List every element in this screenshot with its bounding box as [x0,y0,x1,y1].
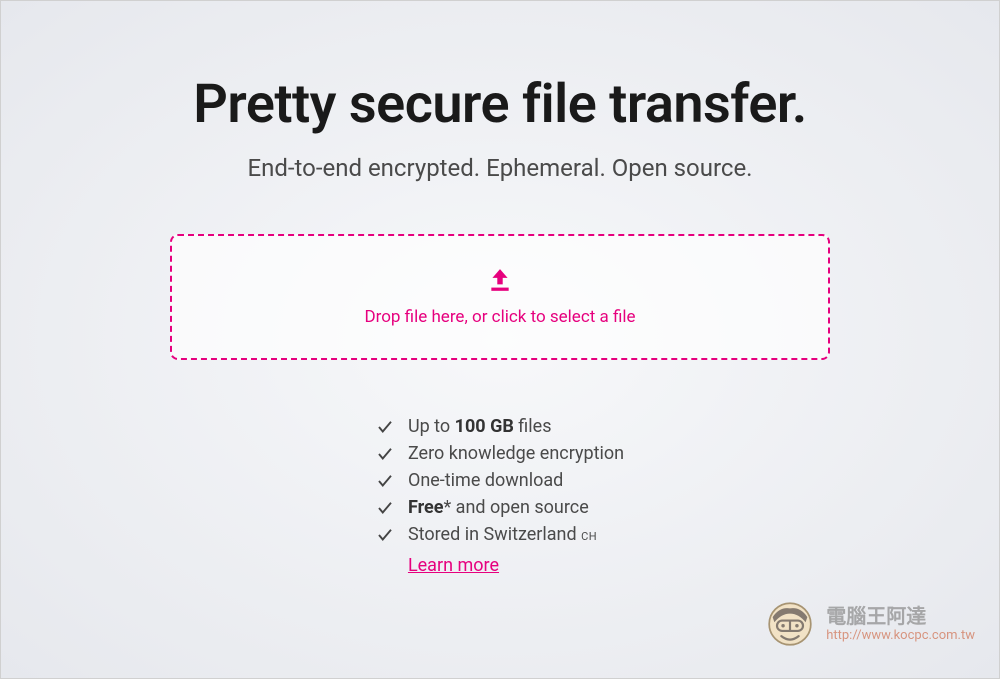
list-item: Zero knowledge encryption [376,443,624,464]
learn-more-link[interactable]: Learn more [408,555,499,576]
feature-text: Stored in Switzerland CH [408,524,597,545]
features-list: Up to 100 GB files Zero knowledge encryp… [376,416,624,576]
watermark-title: 電腦王阿達 [826,604,975,628]
upload-icon [487,267,513,293]
check-icon [376,418,394,436]
check-icon [376,499,394,517]
page-title: Pretty secure file transfer. [193,73,806,136]
feature-text: Zero knowledge encryption [408,443,624,464]
check-icon [376,526,394,544]
feature-text: One-time download [408,470,563,491]
page-subtitle: End-to-end encrypted. Ephemeral. Open so… [247,154,752,182]
page-container: Pretty secure file transfer. End-to-end … [0,0,1000,679]
file-dropzone[interactable]: Drop file here, or click to select a fil… [170,234,830,360]
check-icon [376,445,394,463]
list-item: Free* and open source [376,497,589,518]
list-item: One-time download [376,470,563,491]
check-icon [376,472,394,490]
feature-text: Up to 100 GB files [408,416,552,437]
watermark-url: http://www.kocpc.com.tw [826,628,975,644]
mascot-icon [764,598,816,650]
watermark: 電腦王阿達 http://www.kocpc.com.tw [764,598,975,650]
list-item: Up to 100 GB files [376,416,552,437]
watermark-text: 電腦王阿達 http://www.kocpc.com.tw [826,604,975,644]
list-item: Stored in Switzerland CH [376,524,597,545]
feature-text: Free* and open source [408,497,589,518]
dropzone-label: Drop file here, or click to select a fil… [364,307,635,327]
